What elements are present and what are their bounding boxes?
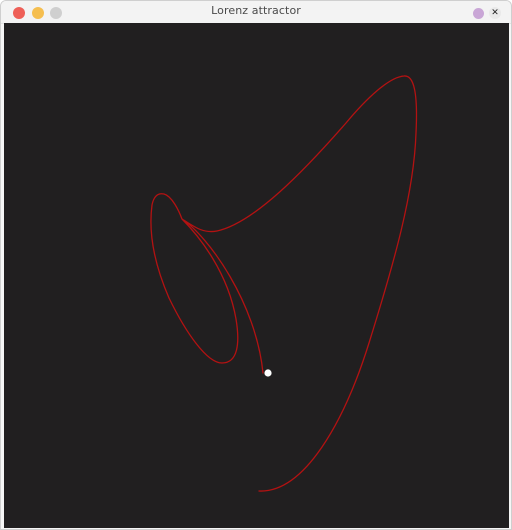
canvas-background [4, 23, 509, 528]
title-bar[interactable]: Lorenz attractor ✕ [1, 1, 511, 24]
lorenz-svg [4, 23, 509, 528]
window-title: Lorenz attractor [211, 4, 301, 17]
x-icon[interactable]: ✕ [489, 7, 501, 19]
lorenz-head [264, 369, 272, 377]
purple-dot-icon[interactable] [473, 8, 484, 19]
app-window: Lorenz attractor ✕ [0, 0, 512, 530]
lorenz-canvas [4, 23, 509, 528]
